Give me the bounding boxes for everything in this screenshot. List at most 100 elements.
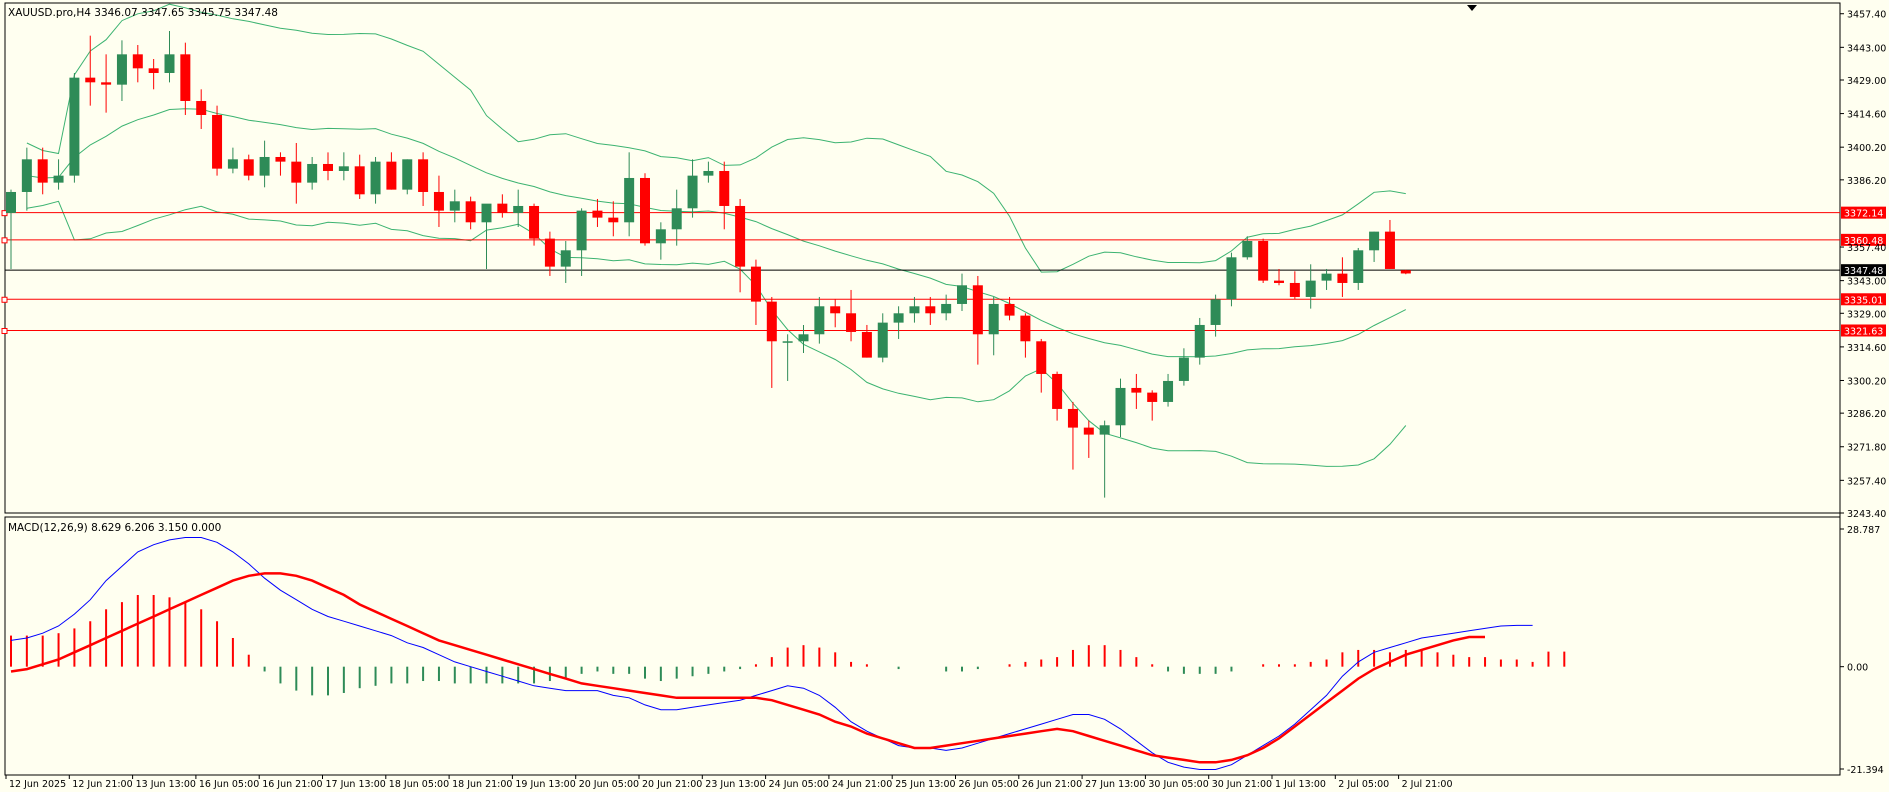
candle-bear (354, 166, 365, 195)
candle-bull (1353, 250, 1364, 283)
time-axis-label: 12 Jun 21:00 (72, 779, 132, 790)
candle-bear (386, 161, 397, 190)
candle-bear (1274, 280, 1284, 283)
candle-bear (1384, 231, 1395, 269)
candle-bear (1289, 282, 1300, 297)
level-handle-icon[interactable] (1, 296, 8, 303)
time-axis-label: 30 Jun 05:00 (1148, 779, 1208, 790)
candle-bull (671, 208, 682, 230)
candle-bear (861, 331, 872, 358)
chart-canvas: 3372.143360.483335.013321.633347.48 3457… (0, 0, 1889, 792)
candle-bear (212, 114, 223, 169)
time-axis-label: 23 Jun 13:00 (705, 779, 765, 790)
candle-bull (69, 77, 80, 176)
candle-bull (1369, 231, 1380, 251)
candle-bear (291, 161, 302, 183)
candle-bull (116, 54, 127, 85)
price-axis-label: 3414.60 (1847, 110, 1886, 121)
candle-bull (21, 159, 32, 192)
time-axis-label: 2 Jul 21:00 (1402, 779, 1453, 790)
price-axis-label: 3457.40 (1847, 10, 1886, 21)
candle-bull (449, 201, 460, 211)
candle-bear (529, 205, 540, 239)
candle-bull (1210, 299, 1221, 325)
price-axis-label: 3329.00 (1847, 309, 1886, 320)
candle-bull (957, 285, 967, 304)
time-axis-label: 20 Jun 21:00 (642, 779, 702, 790)
candle-bear (465, 201, 476, 223)
candle-bull (1178, 357, 1189, 381)
candle-bull (909, 306, 920, 314)
candle-bear (497, 203, 508, 213)
candle-bull (1226, 257, 1237, 300)
price-axis-label: 3443.00 (1847, 43, 1886, 54)
candle-bear (418, 159, 429, 192)
candle-bull (6, 191, 16, 213)
candle-bear (766, 301, 777, 342)
time-axis-label: 18 Jun 05:00 (389, 779, 449, 790)
candle-bull (893, 313, 904, 323)
candle-bear (925, 306, 936, 314)
candle-bear (433, 191, 444, 211)
level-handle-icon[interactable] (1, 237, 8, 244)
candle-bear (1067, 408, 1078, 428)
candle-bull (560, 250, 571, 267)
level-handle-icon[interactable] (1, 327, 8, 334)
candle-bull (1242, 240, 1253, 258)
time-axis-label: 16 Jun 21:00 (262, 779, 322, 790)
candle-bear (719, 170, 730, 206)
candle-bear (37, 159, 48, 183)
candle-bear (1337, 273, 1348, 283)
level-price-label: 3335.01 (1844, 295, 1883, 306)
candle-bear (243, 159, 254, 176)
candle-bull (1163, 380, 1174, 402)
time-axis-label: 1 Jul 13:00 (1275, 779, 1326, 790)
time-axis-label: 24 Jun 05:00 (769, 779, 829, 790)
time-axis-label: 20 Jun 05:00 (579, 779, 639, 790)
candle-bear (275, 156, 286, 162)
candle-bull (402, 159, 413, 190)
candle-bull (259, 156, 270, 176)
candle-bear (1131, 387, 1142, 393)
candle-bull (164, 54, 175, 73)
level-price-label: 3372.14 (1844, 209, 1883, 220)
time-axis-label: 25 Jun 13:00 (895, 779, 955, 790)
candle-bull (941, 303, 952, 314)
macd-header: MACD(12,26,9) 8.629 6.206 3.150 0.000 (8, 522, 221, 534)
candle-bull (655, 229, 666, 244)
time-axis-label: 27 Jun 13:00 (1085, 779, 1145, 790)
candle-bull (307, 163, 318, 183)
candle-bear (592, 210, 603, 218)
price-axis-label: 3400.20 (1847, 143, 1886, 154)
candle-bull (53, 175, 64, 183)
level-price-label: 3321.63 (1844, 326, 1883, 337)
price-axis-label: 3271.80 (1847, 443, 1886, 454)
current-price-label: 3347.48 (1844, 266, 1883, 277)
price-axis-label: 3314.60 (1847, 343, 1886, 354)
price-axis-label: 3386.20 (1847, 176, 1886, 187)
time-axis-label: 13 Jun 13:00 (136, 779, 196, 790)
price-axis-label: 3429.00 (1847, 76, 1886, 87)
candle-bear (148, 68, 159, 73)
macd-axis-label: 0.00 (1847, 663, 1868, 674)
time-axis-label: 17 Jun 13:00 (326, 779, 386, 790)
candle-bear (1083, 427, 1094, 435)
macd-axis-label: -21.394 (1847, 765, 1884, 776)
candle-bear (972, 285, 983, 335)
candle-bull (576, 210, 587, 251)
candle-bull (703, 170, 714, 176)
time-axis-label: 19 Jun 13:00 (515, 779, 575, 790)
candle-bear (1036, 341, 1047, 374)
candle-bull (782, 341, 793, 343)
candle-bear (323, 163, 333, 171)
price-axis-label: 3300.20 (1847, 376, 1886, 387)
candle-bull (1321, 273, 1332, 281)
candle-bull (1115, 387, 1126, 426)
chart-background (0, 0, 1889, 792)
candle-bear (85, 77, 96, 83)
price-axis-label: 3343.00 (1847, 277, 1886, 288)
candle-bull (1194, 324, 1205, 358)
time-axis-label: 26 Jun 05:00 (959, 779, 1019, 790)
price-axis-label: 3357.40 (1847, 243, 1886, 254)
time-axis-label: 12 Jun 2025 (9, 779, 66, 790)
